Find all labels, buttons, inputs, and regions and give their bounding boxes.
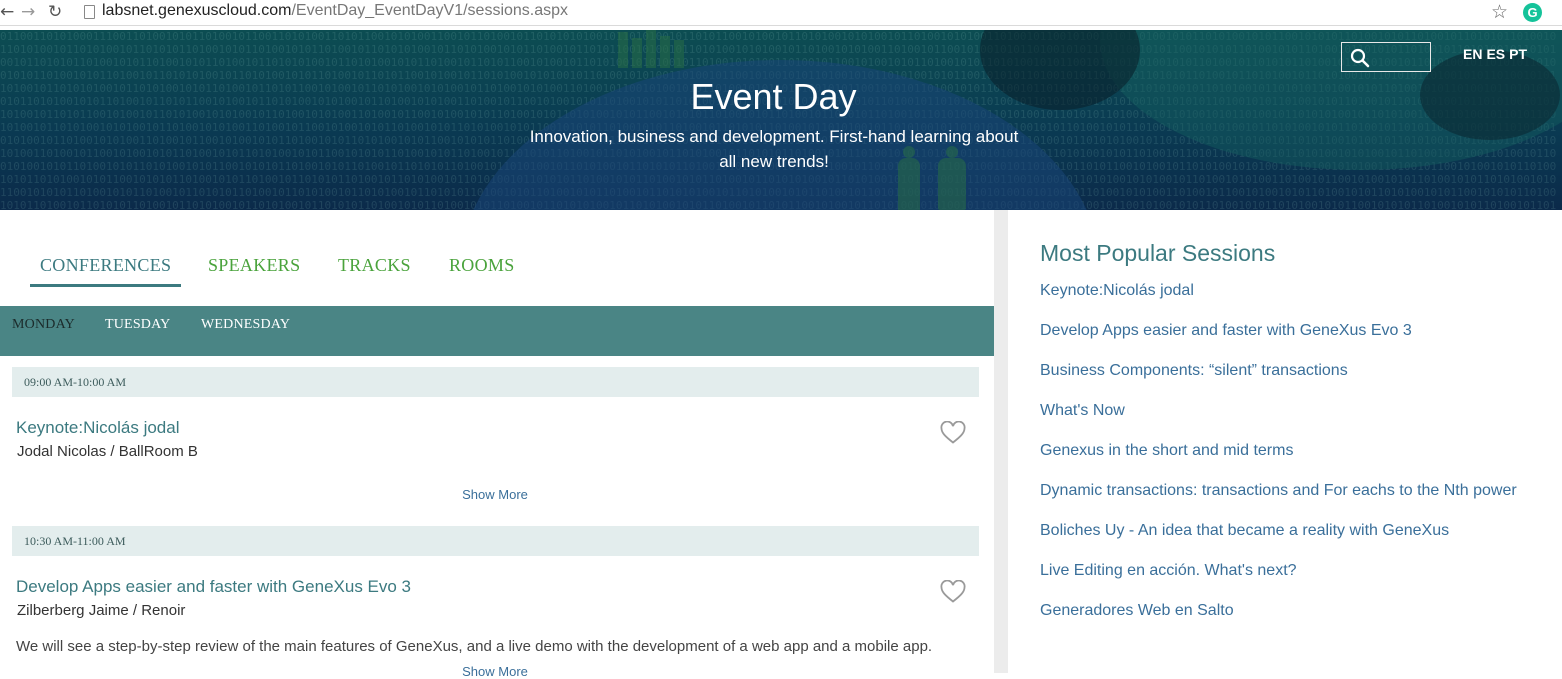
lang-es-link[interactable]: ES [1486,46,1505,62]
tab-conferences[interactable]: CONFERENCES [30,255,182,287]
heart-icon[interactable] [940,421,966,445]
search-icon [1350,48,1370,68]
heart-icon[interactable] [940,580,966,604]
hero-bar-graphic [674,40,684,68]
day-tab-wednesday[interactable]: WEDNESDAY [201,317,290,333]
tab-tracks[interactable]: TRACKS [338,255,411,276]
subtitle-line: Innovation, business and development. Fi… [529,127,1019,146]
session-title-link[interactable]: Develop Apps easier and faster with Gene… [16,577,411,597]
browser-toolbar: ← → ↻ labsnet.genexuscloud.com/EventDay_… [0,0,1562,26]
time-slot: 10:30 AM-11:00 AM [12,526,979,556]
tab-rooms[interactable]: ROOMS [449,255,515,276]
popular-session-link[interactable]: Generadores Web en Salto [1040,602,1234,620]
reload-icon[interactable]: ↻ [48,2,62,22]
url-path: /EventDay_EventDayV1/sessions.aspx [291,2,569,19]
sessions-panel: CONFERENCES SPEAKERS TRACKS ROOMS MONDAY… [0,210,994,679]
session-description: We will see a step-by-step review of the… [16,638,933,655]
popular-session-link[interactable]: Develop Apps easier and faster with Gene… [1040,322,1412,340]
popular-sessions-panel: Most Popular Sessions Keynote:Nicolás jo… [1008,210,1562,673]
popular-sessions-title: Most Popular Sessions [1040,240,1276,266]
popular-session-link[interactable]: Boliches Uy - An idea that became a real… [1040,522,1449,540]
popular-session-link[interactable]: Genexus in the short and mid terms [1040,442,1293,460]
page-icon [84,5,95,19]
show-more-link[interactable]: Show More [0,487,990,502]
session-title-link[interactable]: Keynote:Nicolás jodal [16,418,179,438]
subtitle-line: all new trends! [719,152,829,171]
day-tab-monday[interactable]: MONDAY [12,317,75,333]
url-host: labsnet.genexuscloud.com [102,2,292,19]
show-more-link[interactable]: Show More [0,664,990,679]
hero-bar-graphic [618,32,628,68]
time-slot: 09:00 AM-10:00 AM [12,367,979,397]
language-selector: EN ES PT [1463,46,1531,62]
column-divider [994,210,1008,673]
session-speaker-room: Zilberberg Jaime / Renoir [17,602,186,619]
hero-banner: 0110011010100011100110100101011010010110… [0,30,1562,210]
popular-session-link[interactable]: Dynamic transactions: transactions and F… [1040,482,1517,500]
address-bar[interactable]: labsnet.genexuscloud.com/EventDay_EventD… [102,2,568,20]
day-tab-tuesday[interactable]: TUESDAY [105,317,170,333]
page-subtitle: Innovation, business and development. Fi… [524,124,1024,174]
page-title: Event Day [690,76,857,117]
back-arrow-icon[interactable]: ← [0,2,14,22]
day-bar: MONDAY TUESDAY WEDNESDAY [0,306,994,356]
popular-session-link[interactable]: Keynote:Nicolás jodal [1040,282,1194,300]
hero-bar-graphic [632,38,642,68]
popular-session-link[interactable]: Live Editing en acción. What's next? [1040,562,1297,580]
bookmark-star-icon[interactable]: ☆ [1491,1,1508,24]
forward-arrow-icon[interactable]: → [21,2,35,22]
grammarly-icon[interactable]: G [1523,3,1542,22]
hero-bar-graphic [646,30,656,68]
lang-en-link[interactable]: EN [1463,46,1482,62]
lang-pt-link[interactable]: PT [1509,46,1527,62]
popular-session-link[interactable]: What's Now [1040,402,1125,420]
search-input[interactable] [1341,42,1431,72]
session-speaker-room: Jodal Nicolas / BallRoom B [17,443,198,460]
popular-session-link[interactable]: Business Components: “silent” transactio… [1040,362,1348,380]
hero-bar-graphic [660,36,670,68]
tab-speakers[interactable]: SPEAKERS [208,255,300,276]
